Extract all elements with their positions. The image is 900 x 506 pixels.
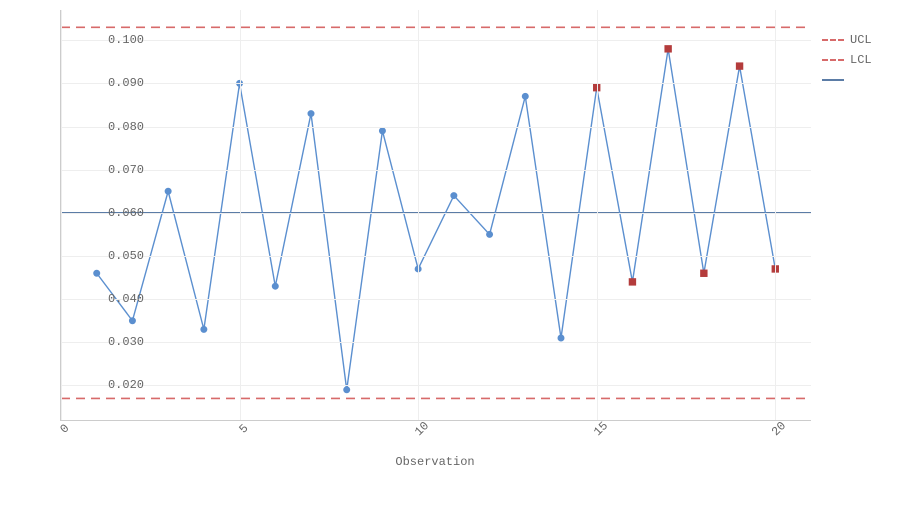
data-series-line: [97, 49, 776, 390]
xtick-label: 0: [57, 421, 72, 436]
data-point: [94, 270, 100, 276]
legend-item-lcl: LCL: [822, 50, 892, 70]
xtick-label: 15: [591, 419, 611, 439]
gridline-h: [61, 127, 811, 128]
gridline-h: [61, 342, 811, 343]
xtick-label: 20: [769, 419, 789, 439]
x-axis-label: Observation: [60, 455, 810, 469]
xtick-label: 10: [412, 419, 432, 439]
ytick-label: 0.030: [64, 335, 144, 349]
gridline-v: [61, 10, 62, 420]
gridline-h: [61, 40, 811, 41]
data-point: [344, 387, 350, 393]
legend-swatch-ucl: [822, 39, 844, 41]
data-point-flagged: [665, 46, 671, 52]
legend-swatch-cl: [822, 79, 844, 81]
legend: UCL LCL: [822, 30, 892, 90]
gridline-v: [240, 10, 241, 420]
gridline-h: [61, 385, 811, 386]
gridline-v: [418, 10, 419, 420]
xtick-label: 5: [236, 421, 251, 436]
chart-svg: [61, 10, 811, 420]
data-point: [522, 93, 528, 99]
chart-container: { "chart_data": { "type": "line", "xlabe…: [0, 0, 900, 506]
legend-label-ucl: UCL: [850, 33, 872, 47]
ytick-label: 0.020: [64, 378, 144, 392]
legend-label-lcl: LCL: [850, 53, 872, 67]
data-point: [379, 128, 385, 134]
data-point: [165, 188, 171, 194]
data-point: [558, 335, 564, 341]
data-point: [201, 326, 207, 332]
legend-item-ucl: UCL: [822, 30, 892, 50]
data-point: [451, 193, 457, 199]
data-point: [308, 111, 314, 117]
ytick-label: 0.060: [64, 206, 144, 220]
ytick-label: 0.090: [64, 76, 144, 90]
gridline-h: [61, 213, 811, 214]
plot-area: [60, 10, 811, 421]
ytick-label: 0.070: [64, 163, 144, 177]
ytick-label: 0.050: [64, 249, 144, 263]
ytick-label: 0.100: [64, 33, 144, 47]
gridline-h: [61, 256, 811, 257]
legend-swatch-lcl: [822, 59, 844, 61]
ytick-label: 0.080: [64, 120, 144, 134]
data-point: [487, 231, 493, 237]
gridline-h: [61, 83, 811, 84]
gridline-v: [597, 10, 598, 420]
data-point-flagged: [701, 270, 707, 276]
ytick-label: 0.040: [64, 292, 144, 306]
data-point: [129, 318, 135, 324]
data-point-flagged: [629, 279, 635, 285]
gridline-v: [775, 10, 776, 420]
legend-item-cl: [822, 70, 892, 90]
data-point: [272, 283, 278, 289]
gridline-h: [61, 299, 811, 300]
data-point-flagged: [736, 63, 742, 69]
gridline-h: [61, 170, 811, 171]
